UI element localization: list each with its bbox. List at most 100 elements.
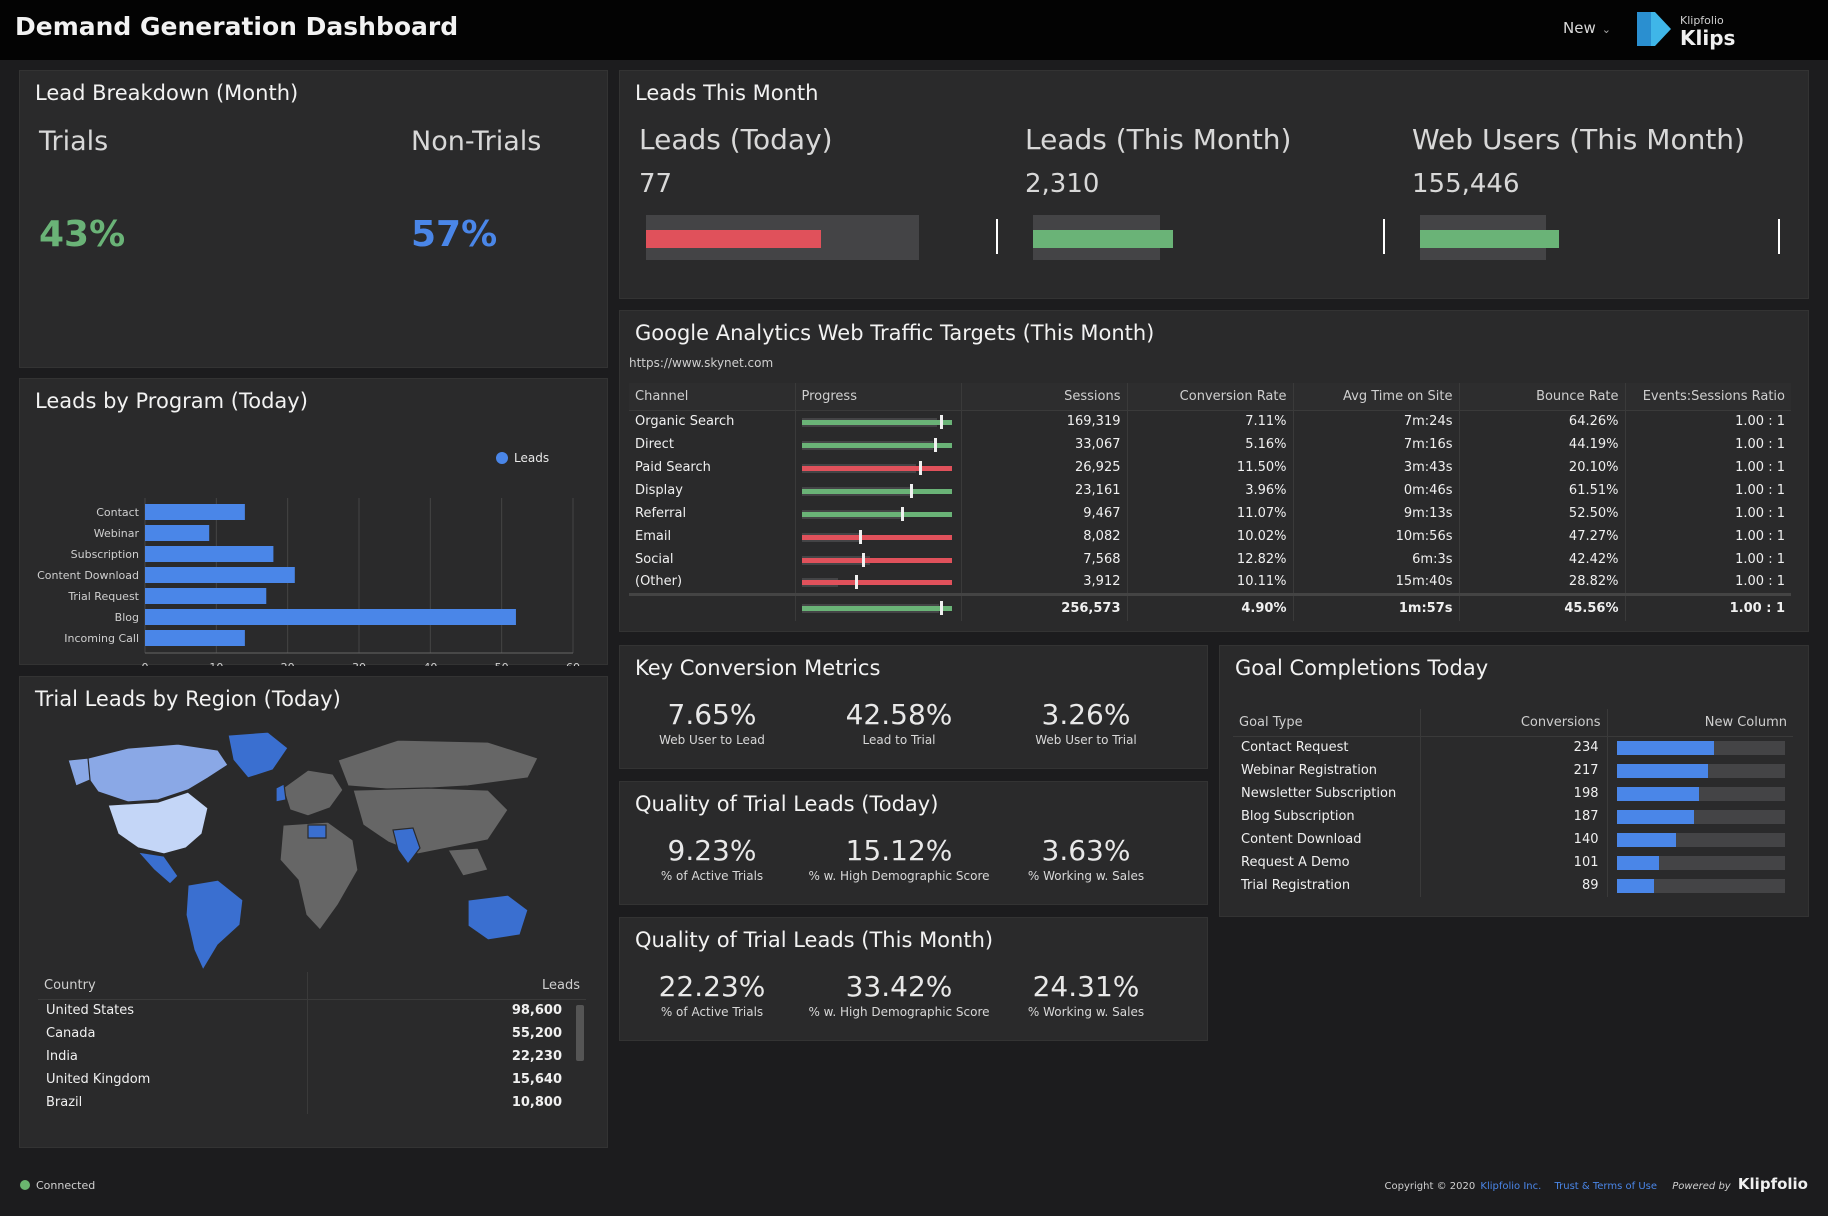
map-mexico xyxy=(136,851,179,885)
y-tick-label: Trial Request xyxy=(67,590,139,603)
table-row[interactable]: Brazil 10,800 xyxy=(38,1091,586,1114)
logo-big-text: Klips xyxy=(1680,26,1736,50)
x-tick-label: 20 xyxy=(281,661,295,666)
bar xyxy=(145,609,516,625)
progress-cell xyxy=(795,571,962,594)
col-conversion[interactable]: Conversion Rate xyxy=(1127,383,1294,411)
new-button[interactable]: New ⌄ xyxy=(1563,19,1611,37)
bullet-target-marker xyxy=(1778,219,1780,254)
conversion-cell: 5.16% xyxy=(1127,433,1294,456)
progress-cell xyxy=(795,479,962,502)
table-row[interactable]: Newsletter Subscription 198 xyxy=(1233,782,1793,805)
table-row[interactable]: Contact Request 234 xyxy=(1233,736,1793,759)
table-row[interactable]: Display 23,161 3.96% 0m:46s 61.51% 1.00 : 1 xyxy=(629,479,1791,502)
table-row[interactable]: Webinar Registration 217 xyxy=(1233,759,1793,782)
conversion-cell: 10.02% xyxy=(1127,525,1294,548)
leads-cell: 15,640 xyxy=(511,1072,562,1087)
map-usa xyxy=(107,791,209,855)
company-link[interactable]: Klipfolio Inc. xyxy=(1480,1181,1541,1192)
conversion-bar-fill xyxy=(1617,878,1654,893)
table-row[interactable]: India 22,230 xyxy=(38,1045,586,1068)
table-row[interactable]: Email 8,082 10.02% 10m:56s 47.27% 1.00 : 1 xyxy=(629,525,1791,548)
col-new-column[interactable]: New Column xyxy=(1607,709,1793,737)
table-row[interactable]: Direct 33,067 5.16% 7m:16s 44.19% 1.00 : 1 xyxy=(629,433,1791,456)
avg-time-cell: 7m:24s xyxy=(1293,410,1460,433)
bar xyxy=(145,504,245,520)
panel-title: Lead Breakdown (Month) xyxy=(35,81,299,105)
progress-cell xyxy=(795,502,962,525)
footer-brand-logo[interactable]: Klipfolio xyxy=(1738,1175,1808,1193)
table-row[interactable]: Canada 55,200 xyxy=(38,1022,586,1045)
channel-cell: Email xyxy=(629,525,796,548)
map-libya xyxy=(307,824,327,839)
map-se-asia xyxy=(446,847,489,877)
terms-link[interactable]: Trust & Terms of Use xyxy=(1555,1181,1658,1192)
progress-cell xyxy=(795,525,962,548)
bullet-target-marker xyxy=(996,219,998,254)
conversion-bar-fill xyxy=(1617,855,1659,870)
leads-by-program-chart: 0 10 20 30 40 50 60 Contact Webinar Subscription C… xyxy=(37,451,580,666)
legend-label: Leads xyxy=(514,451,549,465)
col-avg-time[interactable]: Avg Time on Site xyxy=(1293,383,1460,411)
progress-fill xyxy=(801,534,952,540)
metric-value: 15.12% xyxy=(845,834,953,867)
metric-web-user-to-lead: 7.65% Web User to Lead xyxy=(617,698,807,747)
table-row[interactable]: Content Download 140 xyxy=(1233,828,1793,851)
sessions-cell: 8,082 xyxy=(961,525,1128,548)
metric-high-demo-today: 15.12% % w. High Demographic Score xyxy=(804,834,994,883)
col-sessions[interactable]: Sessions xyxy=(961,383,1128,411)
ga-site-url[interactable]: https://www.skynet.com xyxy=(629,356,773,370)
table-row[interactable]: Request A Demo 101 xyxy=(1233,851,1793,874)
ga-table: Channel Progress Sessions Conversion Rat… xyxy=(629,383,1791,621)
col-leads[interactable]: Leads xyxy=(307,972,586,1000)
metric-lead-to-trial: 42.58% Lead to Trial xyxy=(804,698,994,747)
avg-time-cell: 7m:16s xyxy=(1293,433,1460,456)
col-ratio[interactable]: Events:Sessions Ratio xyxy=(1625,383,1791,411)
bar-cell xyxy=(1607,828,1793,851)
avg-time-cell: 6m:3s xyxy=(1293,548,1460,571)
col-bounce[interactable]: Bounce Rate xyxy=(1459,383,1626,411)
table-total-row[interactable]: 256,573 4.90% 1m:57s 45.56% 1.00 : 1 xyxy=(629,592,1791,621)
dashboard-title: Demand Generation Dashboard xyxy=(15,12,459,41)
country-table-scrollbar[interactable] xyxy=(576,1005,584,1061)
table-row[interactable]: Paid Search 26,925 11.50% 3m:43s 20.10% 1.00 … xyxy=(629,456,1791,479)
goal-type-cell: Content Download xyxy=(1233,828,1421,851)
trials-label: Trials xyxy=(39,126,109,157)
progress-marker xyxy=(918,460,922,475)
y-tick-label: Blog xyxy=(115,611,139,624)
progress-marker xyxy=(854,574,858,589)
col-progress[interactable]: Progress xyxy=(795,383,962,411)
web-users-bullet xyxy=(1420,215,1780,260)
col-country[interactable]: Country xyxy=(38,972,308,1000)
panel-title: Quality of Trial Leads (Today) xyxy=(635,792,939,816)
channel-cell: (Other) xyxy=(629,571,796,594)
avg-time-cell: 3m:43s xyxy=(1293,456,1460,479)
col-conversions[interactable]: Conversions xyxy=(1420,709,1608,737)
leads-cell: 55,200 xyxy=(511,1026,562,1041)
progress-fill xyxy=(801,465,952,471)
table-row[interactable]: Blog Subscription 187 xyxy=(1233,805,1793,828)
table-row[interactable]: Social 7,568 12.82% 6m:3s 42.42% 1.00 : 1 xyxy=(629,548,1791,571)
conversions-cell: 89 xyxy=(1420,874,1608,897)
col-channel[interactable]: Channel xyxy=(629,383,796,411)
table-row[interactable]: Trial Registration 89 xyxy=(1233,874,1793,897)
country-cell: India xyxy=(38,1045,308,1068)
leads-by-program-panel: Leads by Program (Today) 0 10 20 30 40 50 60 Co… xyxy=(19,378,608,666)
world-map[interactable] xyxy=(68,730,568,975)
ratio-cell: 1.00 : 1 xyxy=(1735,414,1785,430)
y-tick-label: Content Download xyxy=(37,569,139,582)
table-row[interactable]: Referral 9,467 11.07% 9m:13s 52.50% 1.00 : 1 xyxy=(629,502,1791,525)
progress-bar xyxy=(801,460,952,475)
metric-label: % Working w. Sales xyxy=(1027,1005,1145,1019)
table-row[interactable]: Organic Search 169,319 7.11% 7m:24s 64.26% 1.… xyxy=(629,410,1791,433)
col-goal-type[interactable]: Goal Type xyxy=(1233,709,1421,737)
channel-cell xyxy=(629,592,796,621)
table-row[interactable]: United States 98,600 xyxy=(38,999,586,1022)
table-row[interactable]: (Other) 3,912 10.11% 15m:40s 28.82% 1.00 : 1 xyxy=(629,571,1791,594)
bounce-cell: 64.26% xyxy=(1459,410,1626,433)
table-row[interactable]: United Kingdom 15,640 xyxy=(38,1068,586,1091)
panel-title: Leads This Month xyxy=(635,81,819,105)
conversion-cell: 7.11% xyxy=(1127,410,1294,433)
channel-cell: Paid Search xyxy=(629,456,796,479)
panel-title: Leads by Program (Today) xyxy=(35,389,308,413)
